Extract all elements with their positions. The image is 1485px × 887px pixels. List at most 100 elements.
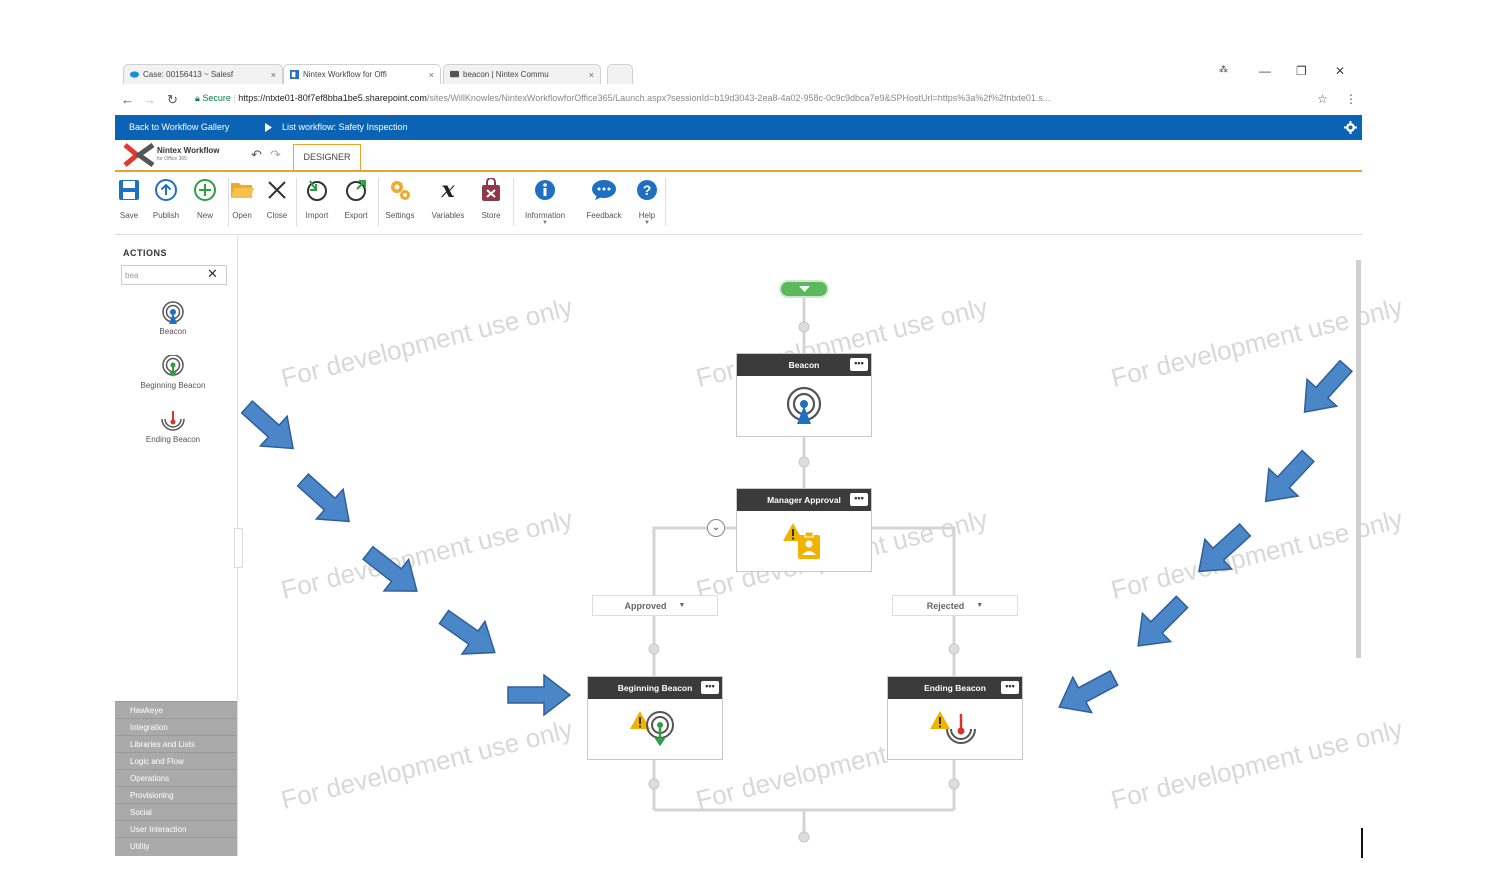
browser-tab[interactable]: Case: 00156413 ~ Salesf ×: [123, 64, 283, 84]
redo-icon[interactable]: ↷: [270, 147, 281, 163]
open-button[interactable]: Open: [223, 177, 261, 220]
action-label: Beginning Beacon: [140, 381, 206, 390]
close-label: Close: [266, 211, 288, 220]
community-icon: [450, 70, 459, 78]
tab-close-icon[interactable]: ×: [429, 70, 434, 80]
breadcrumb-current: List workflow: Safety Inspection: [282, 122, 408, 132]
publish-button[interactable]: Publish: [147, 177, 185, 220]
beacon-icon: [786, 386, 822, 424]
info-icon: [535, 180, 555, 200]
node-menu-icon[interactable]: •••: [850, 493, 868, 506]
secure-label: Secure: [202, 93, 231, 103]
feedback-chat-icon: [592, 180, 616, 200]
browser-tab-bar: Case: 00156413 ~ Salesf × Nintex Workflo…: [115, 58, 1362, 86]
new-tab-button[interactable]: [607, 64, 633, 84]
node-menu-icon[interactable]: •••: [1001, 681, 1019, 694]
undo-icon[interactable]: ↶: [251, 147, 262, 163]
branch-rejected[interactable]: Rejected ▼: [892, 595, 1018, 616]
node-beacon[interactable]: Beacon •••: [736, 353, 872, 437]
branch-label: Approved: [624, 600, 667, 611]
store-button[interactable]: Store: [472, 177, 510, 220]
import-button[interactable]: Import: [298, 177, 336, 220]
browser-menu-icon[interactable]: ⋮: [1345, 92, 1357, 106]
minimize-icon[interactable]: —: [1259, 64, 1271, 78]
chevron-down-icon: ▼: [542, 220, 548, 226]
category-libraries-and-lists[interactable]: Libraries and Lists: [115, 735, 237, 752]
export-icon: [346, 180, 366, 201]
category-social[interactable]: Social: [115, 803, 237, 820]
import-icon: [307, 180, 327, 201]
tab-close-icon[interactable]: ×: [271, 70, 276, 80]
window-close-icon[interactable]: ✕: [1335, 64, 1345, 78]
url-host: https://ntxte01-80f7ef8bba1be5.sharepoin…: [238, 93, 427, 103]
help-button[interactable]: ? Help ▼: [628, 177, 666, 226]
user-profile-icon[interactable]: ⁂: [1219, 64, 1228, 75]
action-item-ending-beacon[interactable]: Ending Beacon: [118, 409, 228, 444]
save-button[interactable]: Save: [110, 177, 148, 220]
category-utility[interactable]: Utility: [115, 837, 237, 856]
publish-icon: [155, 179, 177, 201]
url-field[interactable]: 🔒︎ Secure | https://ntxte01-80f7ef8bba1b…: [195, 93, 1050, 104]
restore-icon[interactable]: ❐: [1296, 64, 1307, 78]
forward-arrow-icon[interactable]: →: [143, 92, 156, 107]
import-label: Import: [305, 211, 329, 220]
ribbon-toolbar: Save Publish New Open Close Import Expor…: [115, 172, 1362, 235]
information-label: Information: [525, 211, 566, 220]
category-integration[interactable]: Integration: [115, 718, 237, 735]
branch-approved[interactable]: Approved ▼: [592, 595, 718, 616]
action-label: Beacon: [159, 327, 187, 336]
browser-tab[interactable]: beacon | Nintex Commu ×: [443, 64, 601, 84]
workflow-start[interactable]: [779, 280, 829, 298]
new-button[interactable]: New: [186, 177, 224, 220]
nintex-logo-icon: [123, 143, 155, 167]
back-arrow-icon[interactable]: ←: [121, 92, 134, 107]
chevron-down-icon: ▼: [678, 602, 686, 609]
settings-label: Settings: [385, 211, 415, 220]
variables-label: Variables: [431, 211, 465, 220]
settings-button[interactable]: Settings: [381, 177, 419, 220]
help-icon: ?: [637, 180, 657, 200]
node-menu-icon[interactable]: •••: [701, 681, 719, 694]
category-user-interaction[interactable]: User Interaction: [115, 820, 237, 837]
node-ending-beacon[interactable]: Ending Beacon •••: [887, 676, 1023, 760]
browser-tab-active[interactable]: Nintex Workflow for Offi ×: [283, 64, 441, 84]
action-item-beginning-beacon[interactable]: Beginning Beacon: [118, 354, 228, 390]
ribbon-separator: [296, 178, 297, 226]
close-icon: [268, 181, 286, 199]
node-manager-approval[interactable]: Manager Approval •••: [736, 488, 872, 572]
tab-designer[interactable]: DESIGNER: [293, 144, 361, 170]
back-to-gallery-link[interactable]: Back to Workflow Gallery: [129, 122, 229, 132]
store-label: Store: [481, 211, 501, 220]
reload-icon[interactable]: ↻: [167, 92, 178, 108]
information-button[interactable]: Information ▼: [525, 177, 565, 226]
beginning-beacon-warning-icon: [630, 711, 674, 747]
new-icon: [194, 179, 216, 201]
tab-close-icon[interactable]: ×: [589, 70, 594, 80]
gear-icon[interactable]: [1344, 121, 1357, 134]
canvas-scrollbar[interactable]: [1356, 260, 1361, 658]
node-menu-icon[interactable]: •••: [850, 358, 868, 371]
actions-title: ACTIONS: [123, 248, 167, 258]
url-path: /sites/WillKnowles/NintexWorkflowforOffi…: [426, 93, 1051, 103]
export-button[interactable]: Export: [337, 177, 375, 220]
workflow-canvas[interactable]: For development use only For development…: [238, 236, 1406, 856]
category-logic-and-flow[interactable]: Logic and Flow: [115, 752, 237, 769]
variables-button[interactable]: 𝒙 Variables: [429, 177, 467, 220]
save-label: Save: [119, 211, 139, 220]
category-operations[interactable]: Operations: [115, 769, 237, 786]
cogs-icon: [391, 181, 410, 200]
category-provisioning[interactable]: Provisioning: [115, 786, 237, 803]
node-title: Ending Beacon: [924, 683, 986, 693]
new-label: New: [196, 211, 213, 220]
lock-icon: 🔒︎: [195, 93, 200, 103]
bookmark-star-icon[interactable]: ☆: [1317, 92, 1328, 106]
publish-label: Publish: [152, 211, 180, 220]
node-beginning-beacon[interactable]: Beginning Beacon •••: [587, 676, 723, 760]
action-item-beacon[interactable]: Beacon: [118, 301, 228, 336]
collapse-branch-icon[interactable]: ⌄: [707, 519, 725, 537]
open-label: Open: [232, 211, 252, 220]
feedback-button[interactable]: Feedback: [584, 177, 624, 220]
clear-search-icon[interactable]: ✕: [207, 266, 218, 282]
category-hawkeye[interactable]: Hawkeye: [115, 701, 237, 718]
close-button[interactable]: Close: [258, 177, 296, 220]
